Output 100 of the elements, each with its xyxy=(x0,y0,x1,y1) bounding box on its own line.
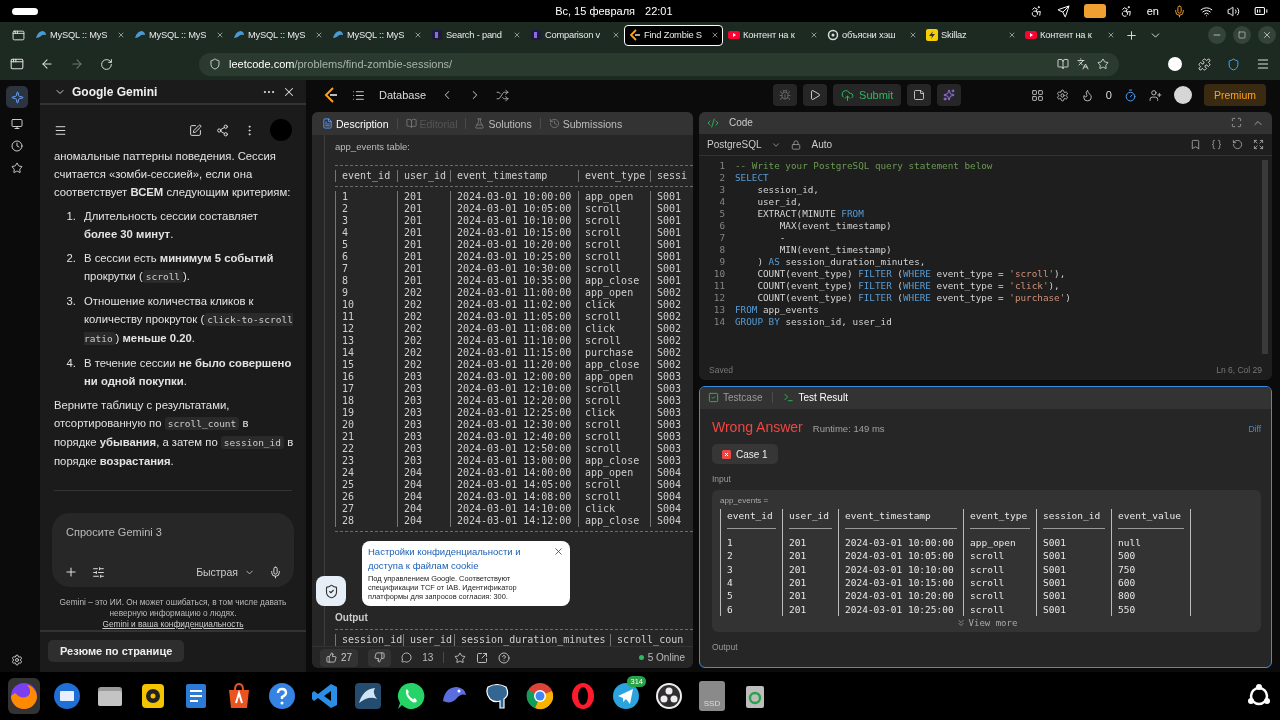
assistant-button[interactable] xyxy=(6,86,28,108)
battery-icon[interactable] xyxy=(1254,4,1268,18)
maximize-button[interactable] xyxy=(1233,26,1251,44)
browser-tab[interactable]: MySQL :: MyS xyxy=(30,24,129,46)
code-editor-icon[interactable] xyxy=(310,681,340,711)
extensions-icon[interactable] xyxy=(1198,57,1211,71)
volume-icon[interactable] xyxy=(1227,4,1240,18)
mail-icon[interactable] xyxy=(52,681,82,711)
close-icon[interactable] xyxy=(1262,30,1272,40)
menu-icon[interactable] xyxy=(54,123,67,137)
add-user-icon[interactable] xyxy=(1149,88,1162,102)
view-more-link[interactable]: View more xyxy=(955,618,1018,629)
run-button[interactable] xyxy=(803,84,828,106)
shuffle-icon[interactable] xyxy=(496,88,510,102)
browser-tab[interactable]: Контент на к xyxy=(723,24,822,46)
add-icon[interactable] xyxy=(64,565,78,579)
case-tab[interactable]: Case 1 xyxy=(712,444,778,464)
panel-tab[interactable]: Description xyxy=(322,117,389,130)
dislike-button[interactable] xyxy=(368,648,392,667)
extension-icon[interactable] xyxy=(1227,57,1240,71)
panel-tab[interactable]: Submissions xyxy=(548,117,623,130)
history-icon[interactable] xyxy=(11,140,23,152)
minimize-button[interactable] xyxy=(1208,26,1226,44)
logo-icon[interactable] xyxy=(324,87,338,103)
tray-icon[interactable] xyxy=(1083,4,1106,18)
accessibility-icon[interactable] xyxy=(1119,4,1133,18)
record-icon[interactable] xyxy=(654,681,684,711)
timer-icon[interactable] xyxy=(1124,88,1137,102)
back-icon[interactable] xyxy=(40,57,54,71)
privacy-button[interactable] xyxy=(316,576,346,606)
list-icon[interactable] xyxy=(352,88,365,102)
forward-icon[interactable] xyxy=(70,57,84,71)
browser-tab[interactable]: объясни хэш xyxy=(822,24,921,46)
tools-icon[interactable] xyxy=(92,565,105,579)
assistant-button[interactable] xyxy=(937,84,962,106)
close-icon[interactable] xyxy=(711,31,719,39)
fullscreen-icon[interactable] xyxy=(1231,117,1242,128)
bookmarks-icon[interactable] xyxy=(11,162,23,174)
close-icon[interactable] xyxy=(612,31,620,39)
comment-icon[interactable] xyxy=(401,652,413,663)
help-icon[interactable] xyxy=(267,681,297,711)
reload-icon[interactable] xyxy=(100,57,113,71)
send-icon[interactable] xyxy=(611,681,641,711)
submit-button[interactable]: Submit xyxy=(833,84,902,106)
keyboard-language[interactable]: en xyxy=(1146,5,1159,17)
expand-icon[interactable] xyxy=(1253,139,1264,150)
accessibility-icon[interactable] xyxy=(1029,4,1043,18)
activities-indicator[interactable] xyxy=(12,7,38,15)
diff-link[interactable]: Diff xyxy=(1248,424,1261,434)
microphone-icon[interactable] xyxy=(269,565,282,579)
browser-tab[interactable]: Skillaz xyxy=(921,24,1020,46)
flame-icon[interactable] xyxy=(1080,88,1094,102)
reader-icon[interactable] xyxy=(1057,58,1069,70)
tab-overview-icon[interactable] xyxy=(11,28,25,42)
close-icon[interactable] xyxy=(1107,31,1115,39)
problem-list-link[interactable]: Database xyxy=(379,89,427,101)
browser-tab[interactable]: MySQL :: MyS xyxy=(228,24,327,46)
share-icon[interactable] xyxy=(216,123,229,137)
summary-button[interactable]: Резюме по странице xyxy=(48,640,185,662)
share-icon[interactable] xyxy=(476,651,489,664)
close-icon[interactable] xyxy=(810,31,818,39)
browser-tab[interactable]: Find Zombie S xyxy=(624,24,723,46)
browser-tab[interactable]: Search - pand xyxy=(426,24,525,46)
close-button[interactable] xyxy=(1258,26,1276,44)
new-tab-icon[interactable] xyxy=(1124,28,1138,42)
microphone-icon[interactable] xyxy=(1173,4,1186,18)
debug-button[interactable] xyxy=(773,84,798,106)
language-dropdown[interactable]: PostgreSQL xyxy=(707,139,762,150)
notes-button[interactable] xyxy=(907,84,932,106)
browser-tab[interactable]: Comparison v xyxy=(525,24,624,46)
avatar[interactable] xyxy=(1174,86,1192,104)
chat-bubble-icon[interactable] xyxy=(396,681,426,711)
close-icon[interactable] xyxy=(1008,31,1016,39)
format-icon[interactable] xyxy=(1211,139,1222,150)
panel-tab[interactable]: Solutions xyxy=(474,117,532,130)
close-icon[interactable] xyxy=(553,546,564,557)
sidebar-toggle-icon[interactable] xyxy=(10,57,24,71)
close-icon[interactable] xyxy=(315,31,323,39)
star-icon[interactable] xyxy=(454,651,467,664)
panel-tab[interactable]: Test Result xyxy=(783,392,848,403)
close-icon[interactable] xyxy=(513,31,521,39)
close-icon[interactable] xyxy=(117,31,125,39)
settings-icon[interactable] xyxy=(11,654,23,666)
address-field[interactable]: leetcode.com/problems/find-zombie-sessions/ xyxy=(199,52,1119,76)
devices-icon[interactable] xyxy=(11,118,23,130)
close-icon[interactable] xyxy=(414,31,422,39)
reset-icon[interactable] xyxy=(1232,139,1243,150)
close-icon[interactable] xyxy=(909,31,917,39)
like-button[interactable]: 27 xyxy=(320,648,359,667)
close-icon[interactable] xyxy=(216,31,224,39)
mode-label[interactable]: Auto xyxy=(811,139,833,150)
bookmark-star-icon[interactable] xyxy=(1097,58,1109,70)
bookmark-icon[interactable] xyxy=(1190,139,1201,150)
browser-tab[interactable]: MySQL :: MyS xyxy=(129,24,228,46)
wifi-icon[interactable] xyxy=(1200,4,1213,18)
premium-button[interactable]: Premium xyxy=(1204,84,1266,106)
cookie-settings-link[interactable]: Настройки конфиденциальности и доступа к файлам cookie xyxy=(368,545,552,573)
translate-icon[interactable] xyxy=(1077,58,1089,70)
profile-icon[interactable] xyxy=(1168,57,1182,71)
browser-icon[interactable] xyxy=(525,681,555,711)
